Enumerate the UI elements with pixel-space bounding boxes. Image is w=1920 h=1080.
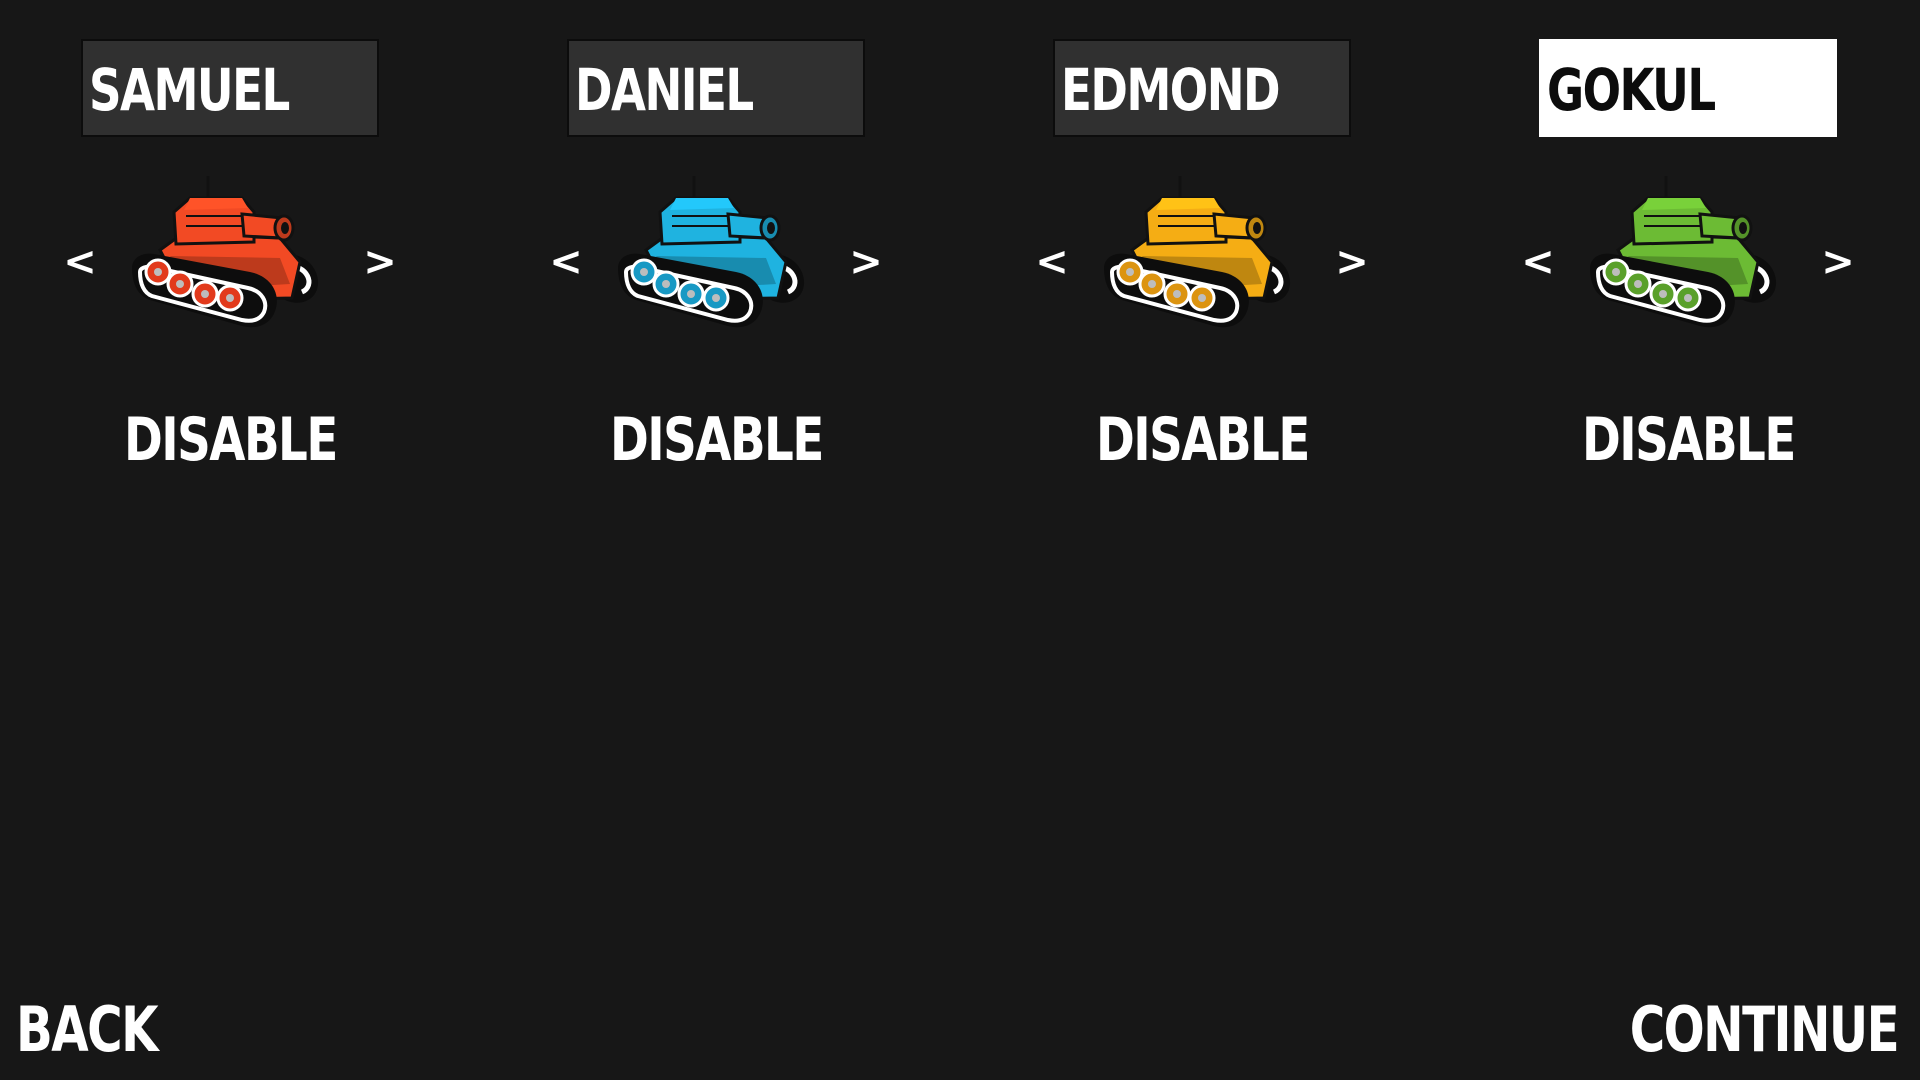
- player-slot-3: EDMOND < > DISABLE: [972, 0, 1452, 500]
- continue-button[interactable]: CONTINUE: [1554, 990, 1900, 1070]
- tank-icon: [132, 176, 319, 328]
- disable-label: DISABLE: [609, 405, 824, 475]
- player-name-text: EDMOND: [1061, 56, 1281, 124]
- player-name-field-4[interactable]: GOKUL: [1539, 39, 1837, 137]
- next-color-button-1[interactable]: >: [360, 232, 400, 292]
- disable-label: DISABLE: [1581, 405, 1796, 475]
- disable-player-button-1[interactable]: DISABLE: [80, 400, 380, 480]
- player-slot-2: DANIEL < > DISABLE: [486, 0, 966, 500]
- player-name-text: DANIEL: [575, 56, 754, 124]
- next-color-button-4[interactable]: >: [1818, 232, 1858, 292]
- prev-color-button-2[interactable]: <: [546, 232, 586, 292]
- player-slot-1: SAMUEL < > DISABLE: [0, 0, 480, 500]
- prev-color-button-4[interactable]: <: [1518, 232, 1558, 292]
- prev-color-button-1[interactable]: <: [60, 232, 100, 292]
- tank-icon: [1590, 176, 1777, 328]
- back-button[interactable]: BACK: [16, 990, 197, 1070]
- disable-label: DISABLE: [1095, 405, 1310, 475]
- disable-player-button-3[interactable]: DISABLE: [1052, 400, 1352, 480]
- player-setup-screen: SAMUEL < > DISABLE DANIEL < > DISABLE ED…: [0, 0, 1920, 1080]
- back-label: BACK: [16, 993, 159, 1066]
- tank-icon: [1104, 176, 1291, 328]
- prev-color-button-3[interactable]: <: [1032, 232, 1072, 292]
- player-name-field-1[interactable]: SAMUEL: [81, 39, 379, 137]
- continue-label: CONTINUE: [1629, 993, 1900, 1066]
- player-name-field-2[interactable]: DANIEL: [567, 39, 865, 137]
- disable-label: DISABLE: [123, 405, 338, 475]
- player-name-text: SAMUEL: [89, 56, 290, 124]
- tank-icon: [618, 176, 805, 328]
- next-color-button-3[interactable]: >: [1332, 232, 1372, 292]
- disable-player-button-4[interactable]: DISABLE: [1538, 400, 1838, 480]
- next-color-button-2[interactable]: >: [846, 232, 886, 292]
- player-name-text: GOKUL: [1547, 56, 1716, 124]
- player-name-field-3[interactable]: EDMOND: [1053, 39, 1351, 137]
- disable-player-button-2[interactable]: DISABLE: [566, 400, 866, 480]
- player-slot-4: GOKUL < > DISABLE: [1458, 0, 1920, 500]
